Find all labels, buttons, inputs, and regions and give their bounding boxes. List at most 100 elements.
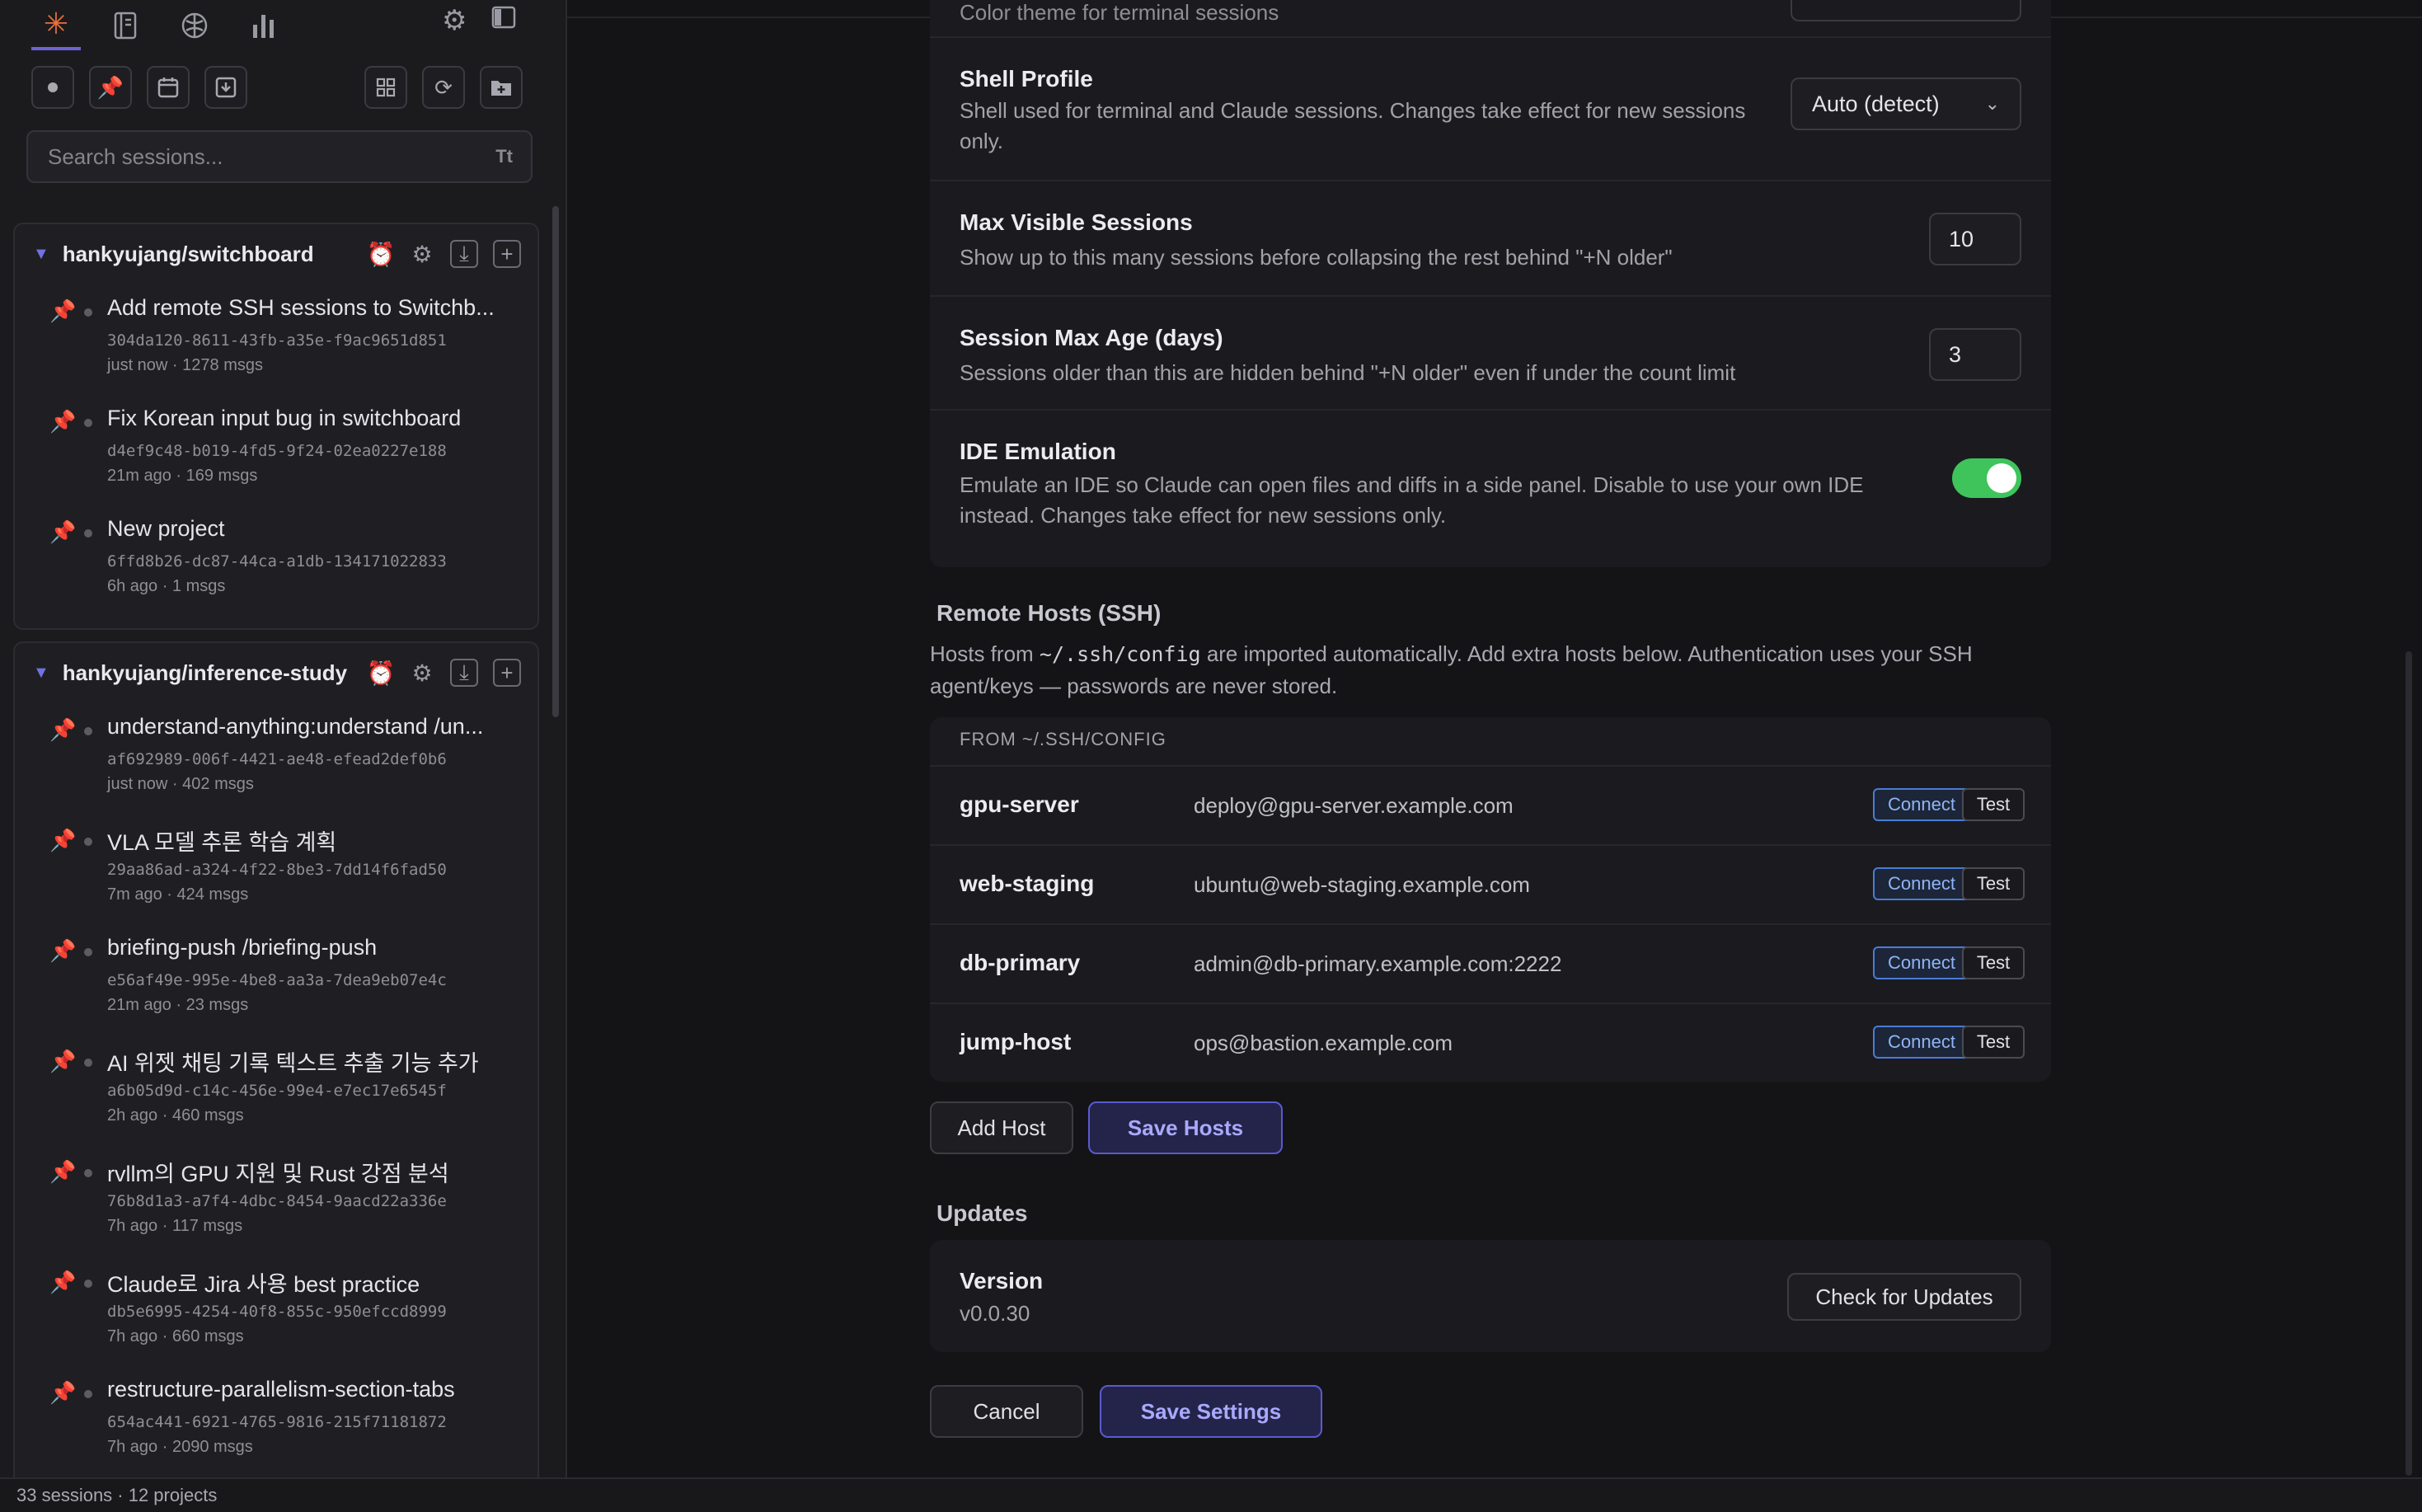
max-age-desc: Sessions older than this are hidden behi… xyxy=(960,360,1736,385)
terminal-theme-select[interactable] xyxy=(1791,0,2021,21)
pin-icon[interactable]: 📌 xyxy=(49,828,76,853)
host-address: ops@bastion.example.com xyxy=(1194,1031,1453,1055)
session-id: af692989-006f-4421-ae48-efead2def0b6 xyxy=(107,750,447,768)
archive-icon[interactable]: ⤓ xyxy=(450,659,478,687)
calendar-icon[interactable] xyxy=(147,66,190,109)
gear-icon[interactable]: ⚙ xyxy=(409,241,435,267)
session-item[interactable]: 📌 New project 6ffd8b26-dc87-44ca-a1db-13… xyxy=(15,505,537,615)
session-id: e56af49e-995e-4be8-aa3a-7dea9eb07e4c xyxy=(107,971,447,989)
text-size-icon[interactable]: Tt xyxy=(495,146,513,167)
session-item[interactable]: 📌 AI 위젯 채팅 기록 텍스트 추출 기능 추가 a6b05d9d-c14c… xyxy=(15,1034,537,1144)
session-title: AI 위젯 채팅 기록 텍스트 추출 기능 추가 xyxy=(107,1051,479,1076)
gear-icon[interactable]: ⚙ xyxy=(409,660,435,686)
project-header[interactable]: ▼ hankyujang/switchboard ⏰ ⚙ ⤓ + xyxy=(15,224,537,284)
session-meta: 7h ago · 2090 msgs xyxy=(107,1438,253,1456)
connect-button[interactable]: Connect xyxy=(1873,946,1970,979)
pin-icon[interactable]: 📌 xyxy=(49,1270,76,1295)
session-item[interactable]: 📌 rvllm의 GPU 지원 및 Rust 강점 분석 76b8d1a3-a7… xyxy=(15,1144,537,1255)
pin-icon[interactable]: 📌 xyxy=(49,1380,76,1406)
ssh-config-path: ~/.ssh/config xyxy=(1039,642,1201,666)
stats-tab-icon[interactable] xyxy=(239,2,289,49)
shell-profile-label: Shell Profile xyxy=(960,66,1093,92)
host-name: jump-host xyxy=(960,1029,1072,1054)
active-filter-icon[interactable] xyxy=(31,66,74,109)
collapse-sidebar-icon[interactable] xyxy=(491,5,516,37)
new-folder-icon[interactable] xyxy=(480,66,523,109)
expand-triangle-icon[interactable]: ▼ xyxy=(33,664,49,683)
session-title: rvllm의 GPU 지원 및 Rust 강점 분석 xyxy=(107,1162,449,1186)
grid-view-icon[interactable] xyxy=(364,66,407,109)
session-meta: just now · 1278 msgs xyxy=(107,356,263,374)
test-button[interactable]: Test xyxy=(1962,867,2025,900)
session-item[interactable]: 📌 briefing-push /briefing-push e56af49e-… xyxy=(15,923,537,1034)
add-session-icon[interactable]: + xyxy=(493,659,521,687)
session-item[interactable]: 📌 understand-anything:understand /un... … xyxy=(15,702,537,813)
pin-icon[interactable]: 📌 xyxy=(49,1049,76,1074)
test-button[interactable]: Test xyxy=(1962,946,2025,979)
remote-hosts-title: Remote Hosts (SSH) xyxy=(936,600,1162,626)
notebook-tab-icon[interactable] xyxy=(101,2,150,49)
sidebar: ✳ ⚙ 📌 ⟳ Tt xyxy=(0,0,567,1512)
connect-button[interactable]: Connect xyxy=(1873,867,1970,900)
host-name: web-staging xyxy=(960,871,1095,896)
session-meta: 21m ago · 169 msgs xyxy=(107,467,258,485)
shell-profile-select[interactable]: Auto (detect) ⌄ xyxy=(1791,77,2021,130)
max-visible-input[interactable] xyxy=(1929,213,2021,265)
session-meta: 7h ago · 660 msgs xyxy=(107,1327,244,1345)
alarm-icon[interactable]: ⏰ xyxy=(367,241,396,267)
sidebar-tabs: ✳ xyxy=(31,0,289,51)
test-button[interactable]: Test xyxy=(1962,1026,2025,1059)
archive-icon[interactable] xyxy=(204,66,247,109)
project-header[interactable]: ▼ hankyujang/inference-study ⏰ ⚙ ⤓ + xyxy=(15,643,537,702)
max-visible-desc: Show up to this many sessions before col… xyxy=(960,245,1673,270)
dot-icon xyxy=(48,82,58,92)
pin-icon[interactable]: 📌 xyxy=(49,409,76,434)
session-item[interactable]: 📌 Fix Korean input bug in switchboard d4… xyxy=(15,394,537,505)
session-item[interactable]: 📌 Add remote SSH sessions to Switchb... … xyxy=(15,284,537,394)
max-age-input[interactable] xyxy=(1929,328,2021,381)
host-address: deploy@gpu-server.example.com xyxy=(1194,793,1514,818)
pin-icon[interactable]: 📌 xyxy=(49,1159,76,1185)
save-hosts-button[interactable]: Save Hosts xyxy=(1088,1101,1283,1154)
main-scrollbar[interactable] xyxy=(2406,651,2412,1476)
refresh-icon[interactable]: ⟳ xyxy=(422,66,465,109)
expand-triangle-icon[interactable]: ▼ xyxy=(33,245,49,264)
pin-icon[interactable]: 📌 xyxy=(49,717,76,743)
session-id: 654ac441-6921-4765-9816-215f71181872 xyxy=(107,1413,447,1431)
brain-tab-icon[interactable] xyxy=(170,2,219,49)
project-name: hankyujang/inference-study xyxy=(62,660,348,685)
session-title: New project xyxy=(107,516,225,541)
hosts-group-label: FROM ~/.SSH/CONFIG xyxy=(960,729,1166,749)
toggle-knob xyxy=(1987,463,2016,493)
pin-icon[interactable]: 📌 xyxy=(49,298,76,324)
archive-icon[interactable]: ⤓ xyxy=(450,240,478,268)
add-host-button[interactable]: Add Host xyxy=(930,1101,1073,1154)
connect-button[interactable]: Connect xyxy=(1873,1026,1970,1059)
session-meta: 6h ago · 1 msgs xyxy=(107,577,226,595)
status-dot xyxy=(84,1169,92,1177)
connect-button[interactable]: Connect xyxy=(1873,788,1970,821)
session-item[interactable]: 📌 VLA 모델 추론 학습 계획 29aa86ad-a324-4f22-8be… xyxy=(15,813,537,923)
pin-icon[interactable]: 📌 xyxy=(49,519,76,545)
cancel-button[interactable]: Cancel xyxy=(930,1385,1083,1438)
alarm-icon[interactable]: ⏰ xyxy=(367,660,396,686)
test-button[interactable]: Test xyxy=(1962,788,2025,821)
status-dot xyxy=(84,838,92,846)
ide-emulation-toggle[interactable] xyxy=(1952,458,2021,498)
session-id: d4ef9c48-b019-4fd5-9f24-02ea0227e188 xyxy=(107,442,447,460)
search-input[interactable] xyxy=(46,143,496,171)
status-dot xyxy=(84,948,92,956)
sessions-tab-icon[interactable]: ✳ xyxy=(31,1,81,50)
sidebar-scrollbar[interactable] xyxy=(552,206,559,717)
session-item[interactable]: 📌 Claude로 Jira 사용 best practice db5e6995… xyxy=(15,1255,537,1365)
status-dot xyxy=(84,1280,92,1288)
save-settings-button[interactable]: Save Settings xyxy=(1100,1385,1322,1438)
gear-icon[interactable]: ⚙ xyxy=(442,4,467,37)
project-group: ▼ hankyujang/inference-study ⏰ ⚙ ⤓ + 📌 u… xyxy=(13,641,539,1499)
session-item[interactable]: 📌 restructure-parallelism-section-tabs 6… xyxy=(15,1365,537,1476)
remote-hosts-desc: Hosts from ~/.ssh/config are imported au… xyxy=(930,638,2051,702)
pin-icon[interactable]: 📌 xyxy=(49,938,76,964)
check-updates-button[interactable]: Check for Updates xyxy=(1787,1273,2021,1321)
pin-filter-icon[interactable]: 📌 xyxy=(89,66,132,109)
add-session-icon[interactable]: + xyxy=(493,240,521,268)
